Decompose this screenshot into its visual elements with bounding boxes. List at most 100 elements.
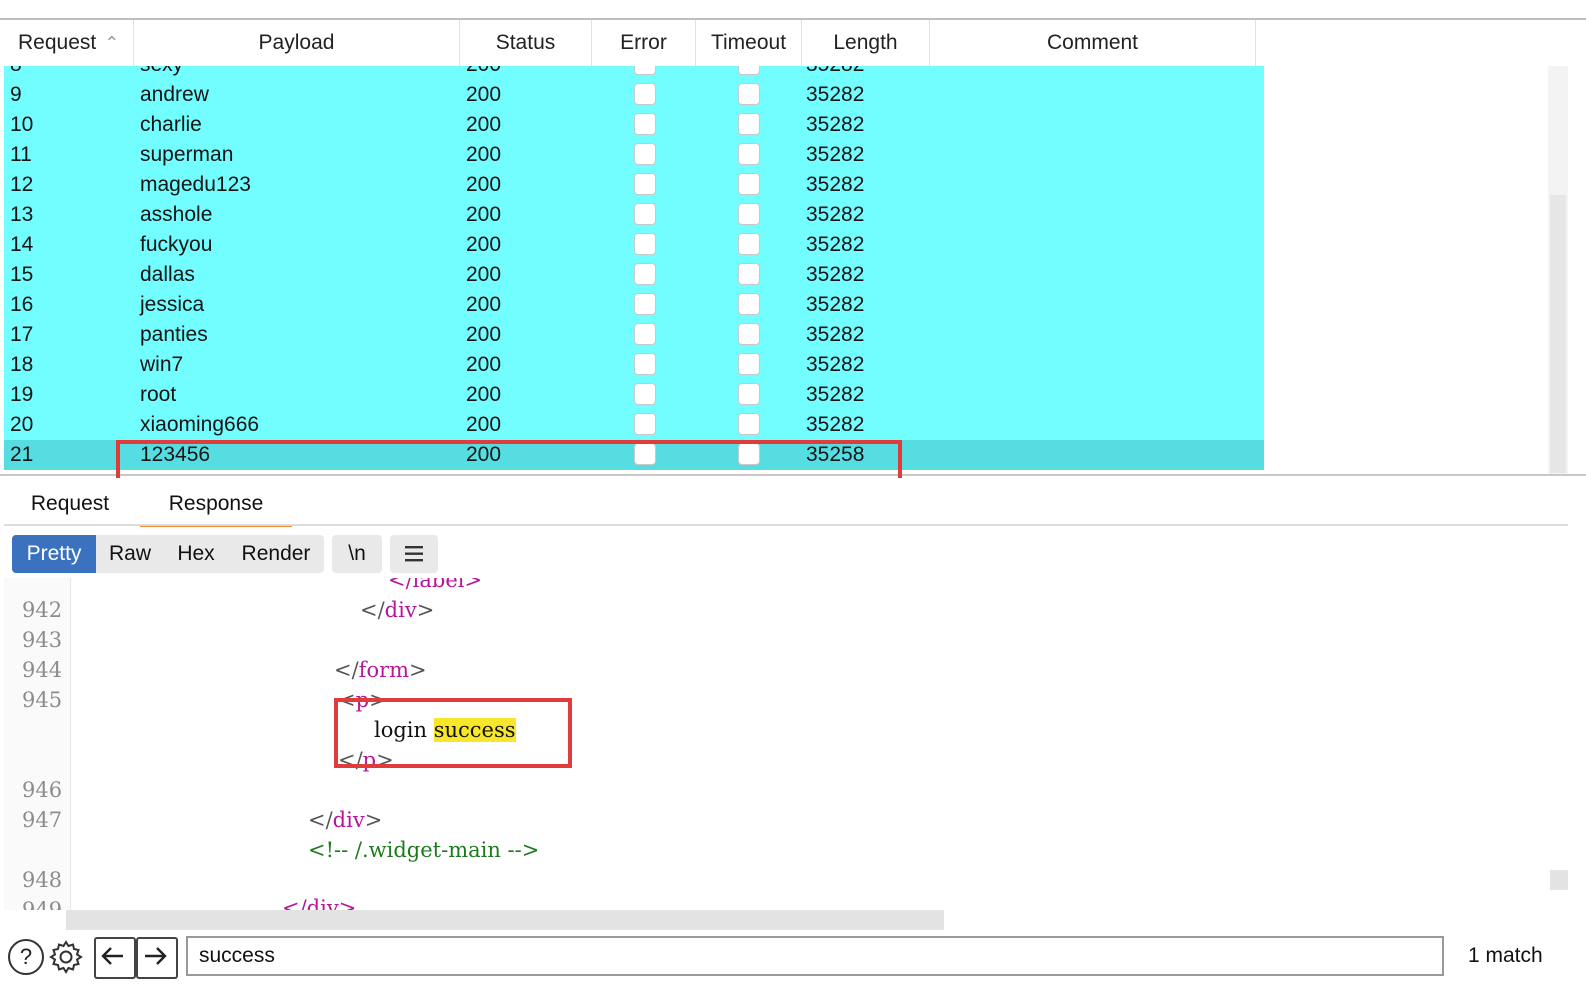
request-number-cell: 14 bbox=[10, 233, 34, 256]
payload-cell: fuckyou bbox=[140, 233, 213, 256]
payload-cell: andrew bbox=[140, 83, 209, 106]
error-checkbox bbox=[634, 383, 656, 405]
tab-request[interactable]: Request bbox=[22, 480, 118, 524]
column-header-error[interactable]: Error bbox=[592, 20, 696, 66]
request-number-cell: 11 bbox=[10, 143, 32, 166]
code-punctuation: </ bbox=[360, 598, 385, 622]
length-cell: 35282 bbox=[806, 113, 865, 136]
table-row[interactable]: 15 dallas 200 35282 bbox=[4, 260, 1264, 290]
match-count: 1 match bbox=[1468, 944, 1543, 967]
error-checkbox bbox=[634, 113, 656, 135]
error-checkbox bbox=[634, 233, 656, 255]
pretty-button[interactable]: Pretty bbox=[12, 535, 96, 573]
tab-response[interactable]: Response bbox=[140, 480, 292, 527]
table-row[interactable]: 11 superman 200 35282 bbox=[4, 140, 1264, 170]
table-row[interactable]: 10 charlie 200 35282 bbox=[4, 110, 1264, 140]
previous-match-button[interactable] bbox=[94, 937, 136, 979]
length-cell: 35282 bbox=[806, 83, 865, 106]
table-row[interactable]: 12 magedu123 200 35282 bbox=[4, 170, 1264, 200]
timeout-checkbox bbox=[738, 233, 760, 255]
editor-menu-button[interactable] bbox=[390, 535, 438, 573]
status-cell: 200 bbox=[466, 143, 502, 166]
request-number-cell: 8 bbox=[10, 66, 22, 80]
hex-button[interactable]: Hex bbox=[168, 535, 224, 573]
timeout-checkbox bbox=[738, 413, 760, 435]
table-row[interactable]: 19 root 200 35282 bbox=[4, 380, 1264, 410]
code-punctuation: > bbox=[364, 808, 383, 832]
payload-cell: charlie bbox=[140, 113, 202, 136]
table-row[interactable]: 14 fuckyou 200 35282 bbox=[4, 230, 1264, 260]
column-header-status[interactable]: Status bbox=[460, 20, 592, 66]
code-line: </form> bbox=[334, 658, 427, 682]
request-number-cell: 21 bbox=[10, 443, 34, 466]
timeout-checkbox bbox=[738, 383, 760, 405]
line-number: 947 bbox=[22, 808, 63, 832]
gear-icon-graphic bbox=[49, 940, 83, 974]
line-number: 944 bbox=[22, 658, 63, 682]
error-checkbox bbox=[634, 323, 656, 345]
newline-toggle-button[interactable]: \n bbox=[332, 535, 382, 573]
timeout-checkbox bbox=[738, 143, 760, 165]
request-number-cell: 19 bbox=[10, 383, 34, 406]
status-cell: 200 bbox=[466, 113, 502, 136]
line-number: 949 bbox=[22, 898, 63, 910]
payload-cell: win7 bbox=[140, 353, 184, 376]
column-header-comment[interactable]: Comment bbox=[930, 20, 1256, 66]
line-number: 942 bbox=[22, 598, 63, 622]
table-row[interactable]: 9 andrew 200 35282 bbox=[4, 80, 1264, 110]
request-number-cell: 18 bbox=[10, 353, 34, 376]
table-row[interactable]: 17 panties 200 35282 bbox=[4, 320, 1264, 350]
tabs-divider bbox=[4, 524, 1568, 526]
table-row[interactable]: 8 sexy 200 35282 bbox=[4, 66, 1264, 80]
arrow-right-icon bbox=[145, 947, 167, 965]
table-row[interactable]: 18 win7 200 35282 bbox=[4, 350, 1264, 380]
payload-cell: superman bbox=[140, 143, 234, 166]
request-number-cell: 15 bbox=[10, 263, 34, 286]
code-line-partial: </label> bbox=[388, 578, 482, 592]
column-header-request[interactable]: Request ⌃ bbox=[4, 20, 134, 66]
status-cell: 200 bbox=[466, 173, 502, 196]
editor-horizontal-scrollbar[interactable] bbox=[66, 910, 944, 930]
table-row[interactable]: 16 jessica 200 35282 bbox=[4, 290, 1264, 320]
column-header-payload[interactable]: Payload bbox=[134, 20, 460, 66]
table-row[interactable]: 20 xiaoming666 200 35282 bbox=[4, 410, 1264, 440]
response-editor[interactable]: 942 943 944 945 946 947 948 949 </label>… bbox=[4, 578, 1568, 910]
column-header-timeout[interactable]: Timeout bbox=[696, 20, 802, 66]
timeout-checkbox bbox=[738, 293, 760, 315]
status-cell: 200 bbox=[466, 66, 501, 80]
search-input[interactable]: success bbox=[186, 936, 1444, 976]
editor-vertical-scrollbar-thumb[interactable] bbox=[1550, 870, 1568, 890]
code-punctuation: > bbox=[416, 598, 435, 622]
error-checkbox bbox=[634, 143, 656, 165]
length-cell: 35282 bbox=[806, 353, 865, 376]
annotation-highlight-success bbox=[334, 698, 572, 768]
gear-icon[interactable] bbox=[48, 939, 84, 975]
raw-button[interactable]: Raw bbox=[100, 535, 160, 573]
timeout-checkbox bbox=[738, 173, 760, 195]
code-tag: div bbox=[332, 808, 365, 832]
timeout-checkbox bbox=[738, 323, 760, 345]
request-number-cell: 12 bbox=[10, 173, 34, 196]
request-number-cell: 20 bbox=[10, 413, 34, 436]
column-header-label: Payload bbox=[258, 31, 335, 54]
length-cell: 35282 bbox=[806, 383, 865, 406]
payload-cell: jessica bbox=[140, 293, 205, 316]
column-header-length[interactable]: Length bbox=[802, 20, 930, 66]
error-checkbox bbox=[634, 173, 656, 195]
code-punctuation: > bbox=[409, 658, 427, 682]
table-body: 8 sexy 200 35282 9 andrew 200 35282 10 charlie 200… bbox=[4, 66, 1264, 474]
status-cell: 200 bbox=[466, 353, 502, 376]
code-tag: form bbox=[358, 658, 410, 682]
table-row[interactable]: 13 asshole 200 35282 bbox=[4, 200, 1264, 230]
table-scrollbar-thumb[interactable] bbox=[1550, 195, 1566, 473]
length-cell: 35282 bbox=[806, 203, 865, 226]
request-number-cell: 13 bbox=[10, 203, 34, 226]
next-match-button[interactable] bbox=[136, 937, 178, 979]
table-header: Request ⌃ Payload Status Error Timeout Le… bbox=[4, 20, 1568, 66]
column-header-label: Status bbox=[495, 31, 556, 54]
timeout-checkbox bbox=[738, 66, 760, 75]
question-mark-icon[interactable]: ? bbox=[8, 939, 44, 975]
code-tag: div bbox=[384, 598, 417, 622]
render-button[interactable]: Render bbox=[232, 535, 320, 573]
status-cell: 200 bbox=[466, 323, 502, 346]
